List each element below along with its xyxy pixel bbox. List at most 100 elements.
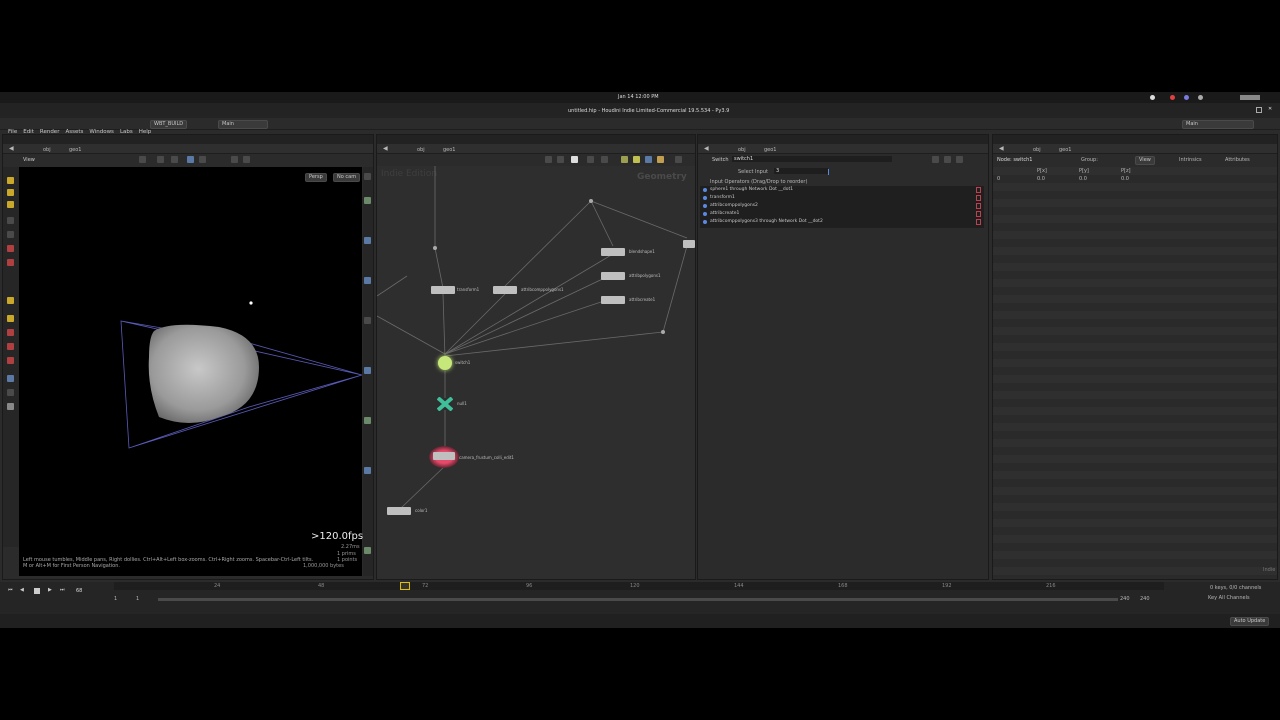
net-tool-8-icon[interactable] [645,156,652,163]
node-attribcomppolygons[interactable] [493,286,517,294]
left-tool-3-icon[interactable] [7,201,14,208]
os-status-icon[interactable] [1150,95,1155,100]
left-tool-4-icon[interactable] [7,217,14,224]
node-switch[interactable] [438,356,452,370]
net-search-icon[interactable] [675,156,682,163]
right-tool-3-icon[interactable] [364,237,371,244]
left-tool-14-icon[interactable] [7,403,14,410]
remove-input-icon[interactable] [976,211,981,217]
viewport[interactable]: Persp No cam >120.0fps 2.27ms 1 prims 1 … [19,167,363,576]
left-tool-7-icon[interactable] [7,259,14,266]
spreadsheet-view-menu[interactable]: View [1135,156,1155,165]
left-tool-9-icon[interactable] [7,315,14,322]
spreadsheet-path-geo[interactable]: geo1 [1059,147,1072,153]
net-tool-3-icon[interactable] [571,156,578,163]
remove-input-icon[interactable] [976,195,981,201]
maximize-icon[interactable] [1256,107,1262,113]
os-battery-icon[interactable] [1240,95,1260,100]
right-tool-8-icon[interactable] [364,467,371,474]
node-attribpolygons[interactable] [601,272,625,280]
start-frame[interactable]: 1 [114,596,117,602]
jump-end-icon[interactable]: ⏭ [60,587,65,593]
input-handle-icon[interactable] [703,204,707,208]
stop-icon[interactable] [34,588,40,594]
node-color[interactable] [387,507,411,515]
desktop-select-right[interactable]: Main [1182,120,1254,129]
input-handle-icon[interactable] [703,196,707,200]
cam-menu[interactable]: No cam [333,173,361,182]
right-tool-1-icon[interactable] [364,173,371,180]
attributes-label[interactable]: Attributes [1225,157,1250,163]
net-tool-1-icon[interactable] [545,156,552,163]
left-tool-8-icon[interactable] [7,297,14,304]
intrinsics-label[interactable]: Intrinsics [1179,157,1202,163]
step-back-icon[interactable]: ◀ [20,587,24,593]
input-operator-row[interactable]: attribcreate1 [700,210,984,218]
left-tool-12-icon[interactable] [7,375,14,382]
spreadsheet-back-icon[interactable]: ◀ [999,146,1004,152]
display-tool-icon[interactable] [199,156,206,163]
remove-input-icon[interactable] [976,187,981,193]
current-frame-field[interactable]: 68 [76,588,82,594]
right-tool-9-icon[interactable] [364,547,371,554]
net-tool-6-icon[interactable] [621,156,628,163]
params-back-icon[interactable]: ◀ [704,146,709,152]
node-transform[interactable] [431,286,455,294]
left-tool-5-icon[interactable] [7,231,14,238]
input-operator-row[interactable]: sphere1 through Network Dot __dot1 [700,186,984,194]
desktop-select-b[interactable]: Main [218,120,268,129]
node-offscreen[interactable] [683,240,695,248]
current-frame-marker[interactable] [400,582,410,590]
start-frame-b[interactable]: 1 [136,596,139,602]
search-icon[interactable] [956,156,963,163]
auto-update-button[interactable]: Auto Update [1230,617,1270,626]
remove-input-icon[interactable] [976,219,981,225]
left-tool-1-icon[interactable] [7,177,14,184]
left-tool-6-icon[interactable] [7,245,14,252]
select-input-field[interactable]: 3 [774,168,828,174]
move-tool-icon[interactable] [157,156,164,163]
node-attribcreate[interactable] [601,296,625,304]
os-network-icon[interactable] [1198,95,1203,100]
net-tool-7-icon[interactable] [633,156,640,163]
play-icon[interactable]: ▶ [48,587,52,593]
lighting-tool-icon[interactable] [243,156,250,163]
left-tool-10-icon[interactable] [7,329,14,336]
input-operator-row[interactable]: attribcomppolygons3 through Network Dot … [700,218,984,226]
input-handle-icon[interactable] [703,220,707,224]
desktop-select-a[interactable]: WBT_BUILD [150,120,188,129]
node-blendshape[interactable] [601,248,625,256]
net-tool-9-icon[interactable] [657,156,664,163]
rotate-tool-icon[interactable] [171,156,178,163]
end-frame-b[interactable]: 240 [1140,596,1150,602]
network-back-icon[interactable]: ◀ [383,146,388,152]
right-tool-6-icon[interactable] [364,367,371,374]
gear-icon[interactable] [932,156,939,163]
left-tool-13-icon[interactable] [7,389,14,396]
jump-start-icon[interactable]: ⏮ [8,587,13,593]
net-tool-2-icon[interactable] [557,156,564,163]
os-record-icon[interactable] [1170,95,1175,100]
remove-input-icon[interactable] [976,203,981,209]
params-path-geo[interactable]: geo1 [764,147,777,153]
help-icon[interactable] [944,156,951,163]
persp-menu[interactable]: Persp [305,173,327,182]
network-path-obj[interactable]: obj [417,147,425,153]
right-tool-4-icon[interactable] [364,277,371,284]
right-tool-7-icon[interactable] [364,417,371,424]
right-tool-2-icon[interactable] [364,197,371,204]
input-handle-icon[interactable] [703,188,707,192]
network-canvas[interactable]: Indie Edition Geometry blendshape1 attri… [377,166,695,579]
close-icon[interactable]: ✕ [1268,106,1272,112]
network-path-geo[interactable]: geo1 [443,147,456,153]
timeline-ruler[interactable]: 24 48 72 96 120 144 168 192 216 [114,582,1164,590]
net-tool-5-icon[interactable] [601,156,608,163]
spreadsheet-grid[interactable]: P[x] P[y] P[z] 0 0.0 0.0 0.0 Indie [993,167,1277,577]
back-arrow-icon[interactable]: ◀ [9,146,14,152]
input-operator-row[interactable]: transform1 [700,194,984,202]
select-input-slider[interactable] [828,169,829,175]
node-camera[interactable] [433,452,455,460]
end-frame[interactable]: 240 [1120,596,1130,602]
input-handle-icon[interactable] [703,212,707,216]
snap-tool-icon[interactable] [187,156,194,163]
